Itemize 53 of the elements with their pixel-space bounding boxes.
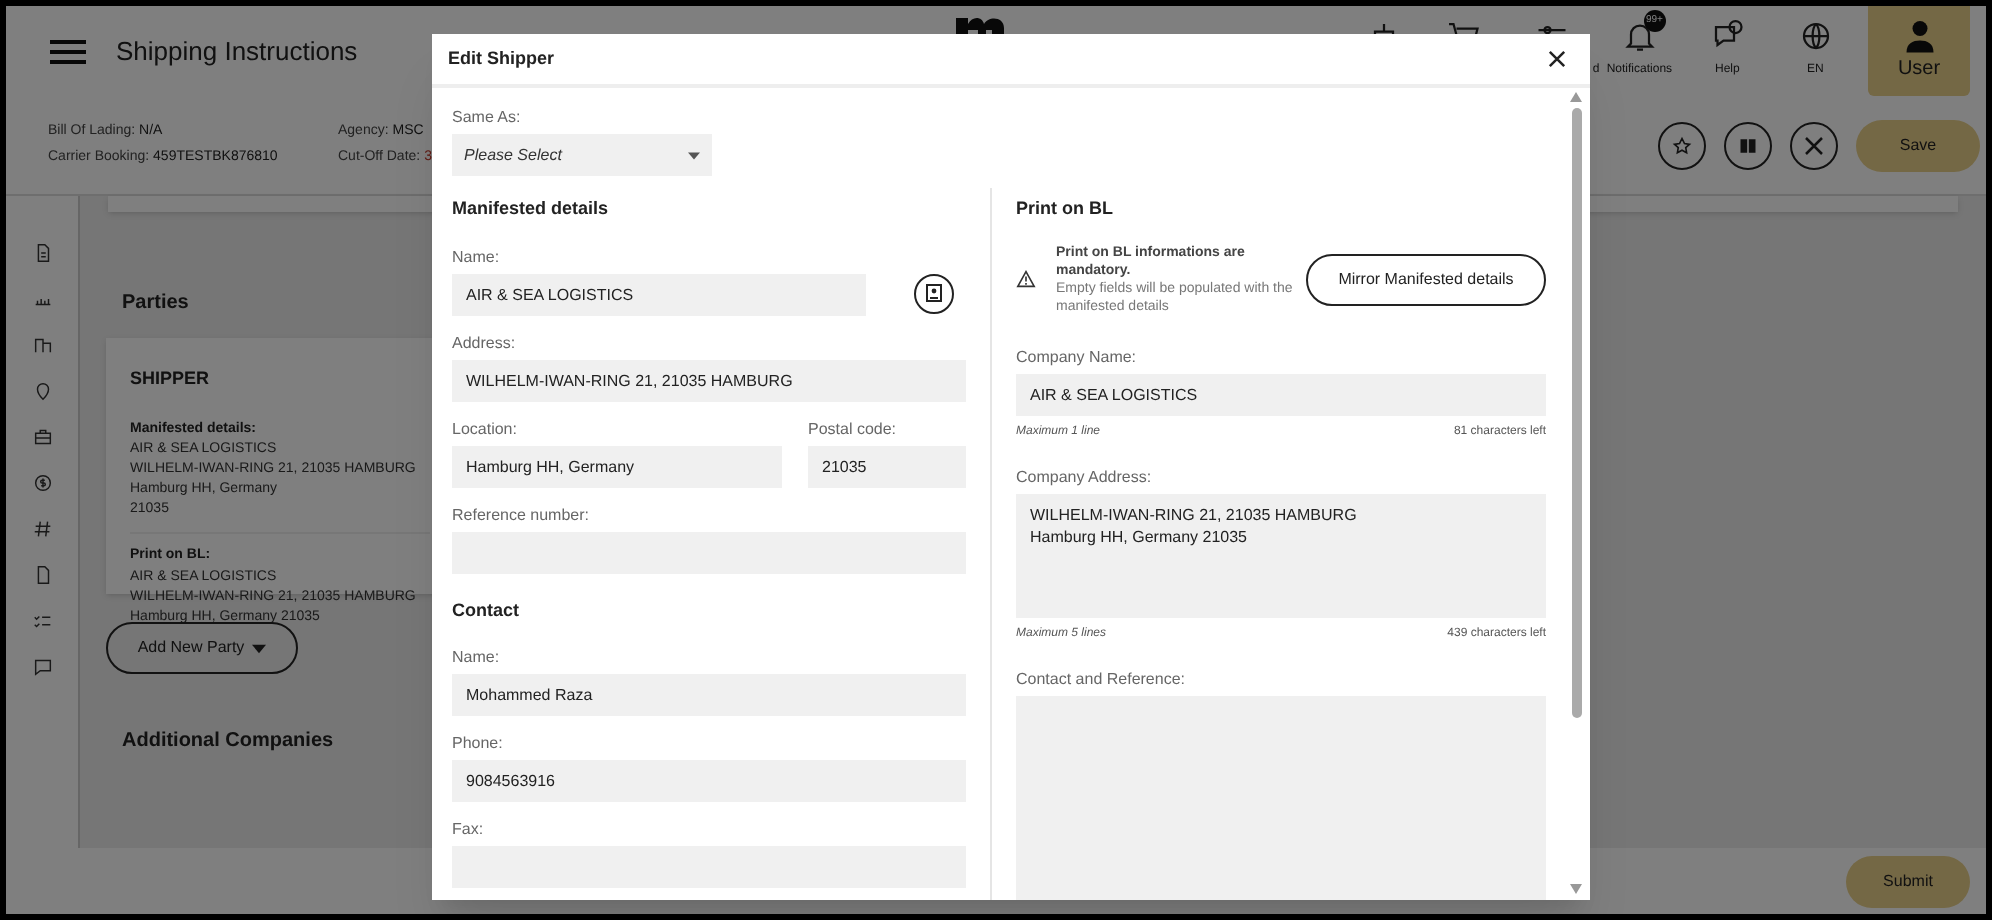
postal-code-field[interactable]: 21035 bbox=[808, 445, 967, 487]
field-label: Fax: bbox=[452, 820, 486, 840]
field-label: Company Address: bbox=[1016, 467, 1154, 487]
dialog-title: Edit Shipper bbox=[448, 45, 555, 72]
star-icon bbox=[1672, 135, 1692, 155]
section-heading: Print on BL bbox=[1016, 196, 1115, 222]
page-title: Shipping Instructions bbox=[116, 34, 358, 70]
user-icon bbox=[1901, 18, 1937, 54]
close-button[interactable] bbox=[1790, 121, 1838, 169]
name-field[interactable]: AIR & SEA LOGISTICS bbox=[452, 273, 866, 315]
card-title: SHIPPER bbox=[130, 366, 210, 392]
contact-card-icon bbox=[926, 284, 942, 302]
field-label: Phone: bbox=[452, 734, 505, 754]
section-heading: Parties bbox=[122, 290, 189, 318]
contact-name-field[interactable]: Mohammed Raza bbox=[452, 674, 967, 716]
phone-field[interactable]: 9084563916 bbox=[452, 760, 967, 802]
mirror-button[interactable]: Mirror Manifested details bbox=[1306, 253, 1546, 305]
section-heading: Additional Companies bbox=[122, 728, 334, 756]
contact-reference-field[interactable] bbox=[1016, 695, 1546, 900]
globe-icon[interactable] bbox=[1797, 18, 1834, 54]
address-book-button[interactable] bbox=[914, 273, 954, 313]
location-icon[interactable] bbox=[31, 378, 53, 404]
field-label: Company Name: bbox=[1016, 347, 1139, 367]
section-heading: Contact bbox=[452, 597, 521, 623]
field-label: Name: bbox=[452, 247, 502, 267]
favorite-button[interactable] bbox=[1658, 121, 1706, 169]
field-label: Contact and Reference: bbox=[1016, 669, 1187, 689]
company-address-field[interactable]: WILHELM-IWAN-RING 21, 21035 HAMBURG Hamburg HH, Germany 21035 bbox=[1016, 493, 1546, 617]
field-label: Postal code: bbox=[808, 419, 899, 439]
field-label: Location: bbox=[452, 419, 519, 439]
caret-icon bbox=[252, 643, 267, 653]
caret-icon bbox=[688, 151, 700, 159]
scroll-up-icon[interactable] bbox=[1570, 92, 1582, 102]
briefcase-icon[interactable] bbox=[31, 424, 53, 450]
field-label: Name: bbox=[452, 648, 502, 668]
add-party-button[interactable]: Add New Party bbox=[106, 622, 298, 674]
warning-icon bbox=[1016, 270, 1036, 288]
cross-icon bbox=[1802, 133, 1826, 157]
company-name-field[interactable]: AIR & SEA LOGISTICS bbox=[1016, 373, 1546, 415]
section-heading: Manifested details bbox=[452, 196, 611, 222]
hash-icon[interactable] bbox=[31, 516, 53, 542]
field-label: Same As: bbox=[452, 108, 523, 128]
close-icon[interactable] bbox=[1548, 50, 1566, 68]
address-field[interactable]: WILHELM-IWAN-RING 21, 21035 HAMBURG bbox=[452, 359, 967, 401]
dollar-icon[interactable] bbox=[31, 470, 53, 496]
field-label: Address: bbox=[452, 333, 518, 353]
bell-icon[interactable] bbox=[1621, 18, 1658, 54]
scroll-down-icon[interactable] bbox=[1570, 884, 1582, 894]
same-as-select[interactable]: Please Select bbox=[452, 134, 712, 176]
chat-icon[interactable] bbox=[31, 654, 53, 680]
menu-icon[interactable] bbox=[50, 40, 86, 64]
field-label: Reference number: bbox=[452, 505, 591, 525]
location-field[interactable]: Hamburg HH, Germany bbox=[452, 445, 782, 487]
